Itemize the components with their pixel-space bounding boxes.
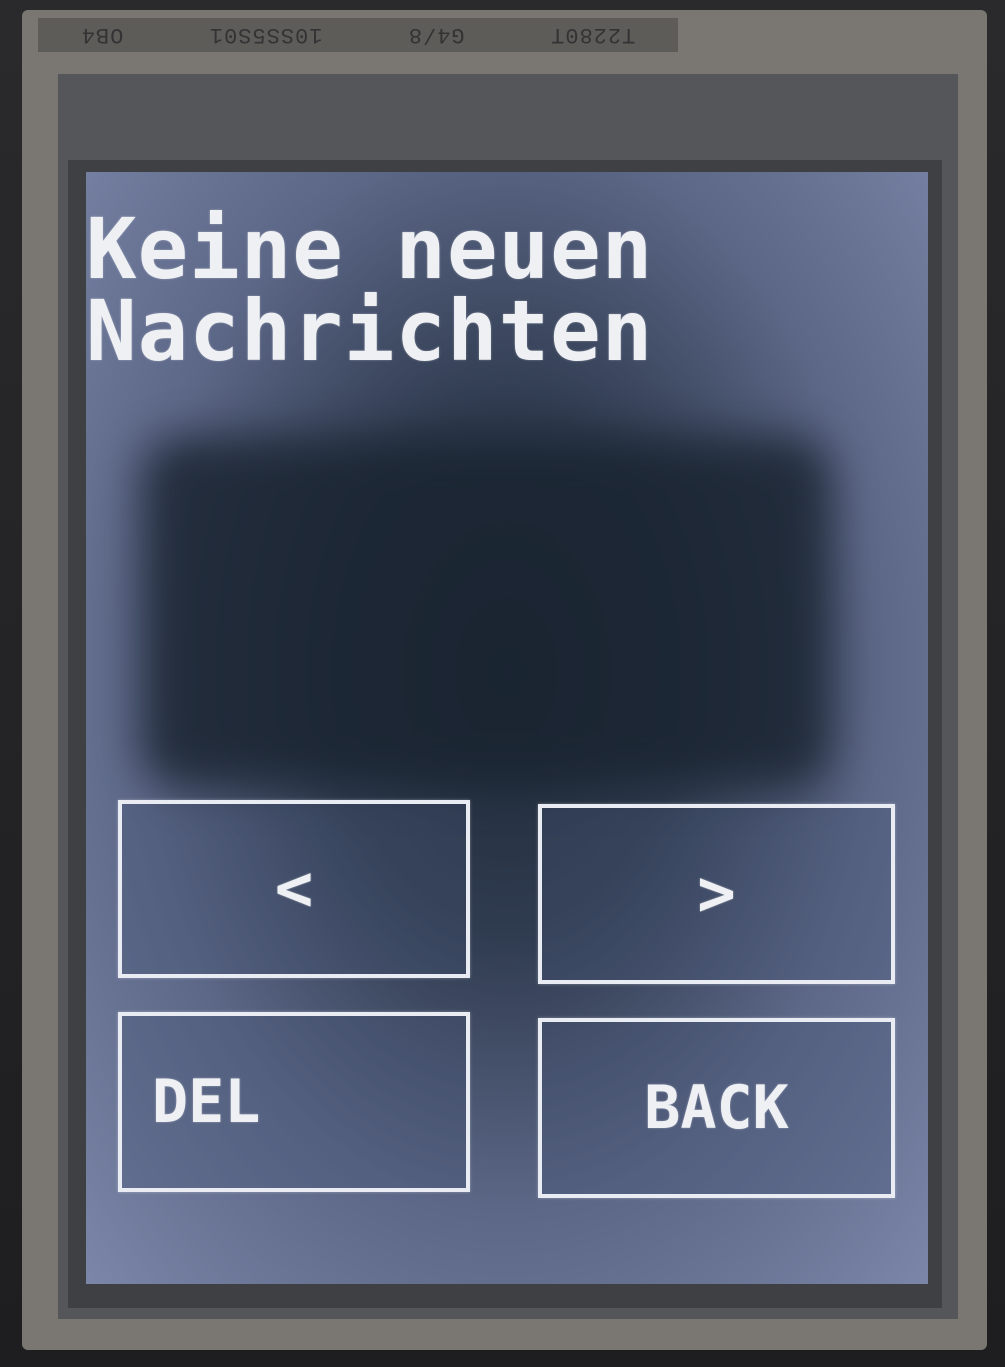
next-button[interactable]: > bbox=[538, 804, 895, 984]
previous-button[interactable]: < bbox=[118, 800, 470, 978]
device: T2280T G4/8 10SS5S01 OB4 Keine neuen Nac… bbox=[0, 0, 1005, 1367]
status-message: Keine neuen Nachrichten bbox=[86, 207, 928, 373]
flex-marking: G4/8 bbox=[407, 22, 465, 48]
previous-button-label: < bbox=[274, 852, 314, 926]
flex-cable-strip: T2280T G4/8 10SS5S01 OB4 bbox=[38, 18, 678, 52]
flex-marking: 10SS5S01 bbox=[208, 22, 323, 48]
flex-marking: OB4 bbox=[80, 22, 124, 48]
delete-button[interactable]: DEL bbox=[118, 1012, 470, 1192]
tft-screen: Keine neuen Nachrichten < > DEL BACK bbox=[86, 172, 928, 1284]
back-button[interactable]: BACK bbox=[538, 1018, 895, 1198]
status-message-line2: Nachrichten bbox=[86, 282, 654, 380]
flex-marking: T2280T bbox=[550, 22, 636, 48]
delete-button-label: DEL bbox=[152, 1067, 261, 1137]
next-button-label: > bbox=[697, 857, 736, 931]
screen-reflection bbox=[141, 437, 831, 787]
back-button-label: BACK bbox=[644, 1073, 789, 1143]
